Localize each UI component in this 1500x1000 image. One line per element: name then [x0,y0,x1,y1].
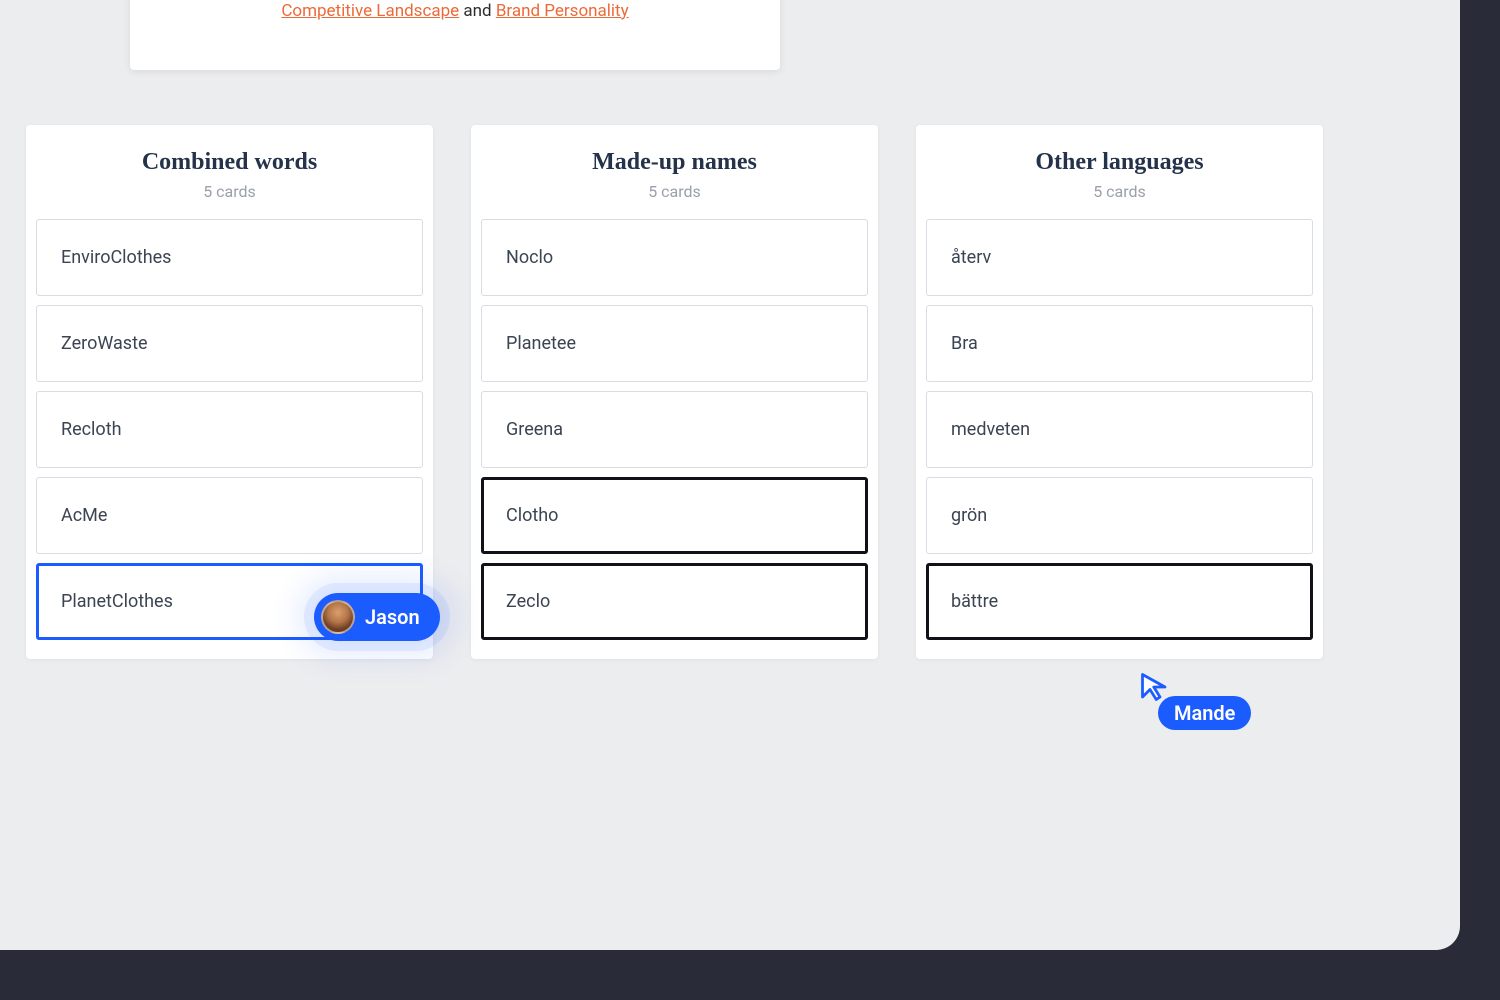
column-header: Made-up names 5 cards [481,149,868,201]
column-title: Made-up names [481,149,868,176]
card-label: bättre [951,591,998,612]
column-combined-words[interactable]: Combined words 5 cards EnviroClothes Zer… [26,125,433,659]
board-columns: Combined words 5 cards EnviroClothes Zer… [26,125,1323,659]
card[interactable]: EnviroClothes [36,219,423,296]
card-label: Clotho [506,505,558,526]
card[interactable]: ZeroWaste [36,305,423,382]
info-card-text: Have a look through these boards for mor… [181,0,730,50]
card-label: Greena [506,419,563,440]
card-selected[interactable]: bättre [926,563,1313,640]
card-label: EnviroClothes [61,247,171,268]
column-header: Other languages 5 cards [926,149,1313,201]
card[interactable]: Noclo [481,219,868,296]
link-competitive-landscape[interactable]: Competitive Landscape [281,1,459,21]
card-label: PlanetClothes [61,591,173,612]
column-count: 5 cards [481,182,868,201]
card-label: Planetee [506,333,576,354]
app-frame: Have a look through these boards for mor… [0,0,1500,1000]
column-title: Other languages [926,149,1313,176]
card-label: Bra [951,333,978,354]
column-header: Combined words 5 cards [36,149,423,201]
card-label: ZeroWaste [61,333,148,354]
card-selected[interactable]: Clotho [481,477,868,554]
card[interactable]: Planetee [481,305,868,382]
board-canvas[interactable]: Have a look through these boards for mor… [0,0,1460,950]
card-selected[interactable]: Zeclo [481,563,868,640]
card[interactable]: medveten [926,391,1313,468]
column-other-languages[interactable]: Other languages 5 cards återv Bra medvet… [916,125,1323,659]
card[interactable]: AcMe [36,477,423,554]
info-sep2: and [459,1,496,21]
remote-cursor-mande: Mande [1140,672,1170,702]
card[interactable]: Bra [926,305,1313,382]
info-card[interactable]: Have a look through these boards for mor… [130,0,780,70]
card-label: Zeclo [506,591,550,612]
card[interactable]: Greena [481,391,868,468]
card-label: Recloth [61,419,122,440]
column-made-up-names[interactable]: Made-up names 5 cards Noclo Planetee Gre… [471,125,878,659]
column-title: Combined words [36,149,423,176]
card-label: återv [951,247,991,268]
card-label: grön [951,505,987,526]
avatar-icon [321,600,355,634]
card-label: medveten [951,419,1030,440]
presence-name: Jason [365,605,420,629]
card[interactable]: Recloth [36,391,423,468]
link-brand-personality[interactable]: Brand Personality [496,1,629,21]
card-label: AcMe [61,505,107,526]
card-label: Noclo [506,247,553,268]
presence-pill-jason[interactable]: Jason [314,593,440,641]
column-count: 5 cards [36,182,423,201]
column-count: 5 cards [926,182,1313,201]
card[interactable]: återv [926,219,1313,296]
presence-name: Mande [1158,696,1251,730]
card[interactable]: grön [926,477,1313,554]
